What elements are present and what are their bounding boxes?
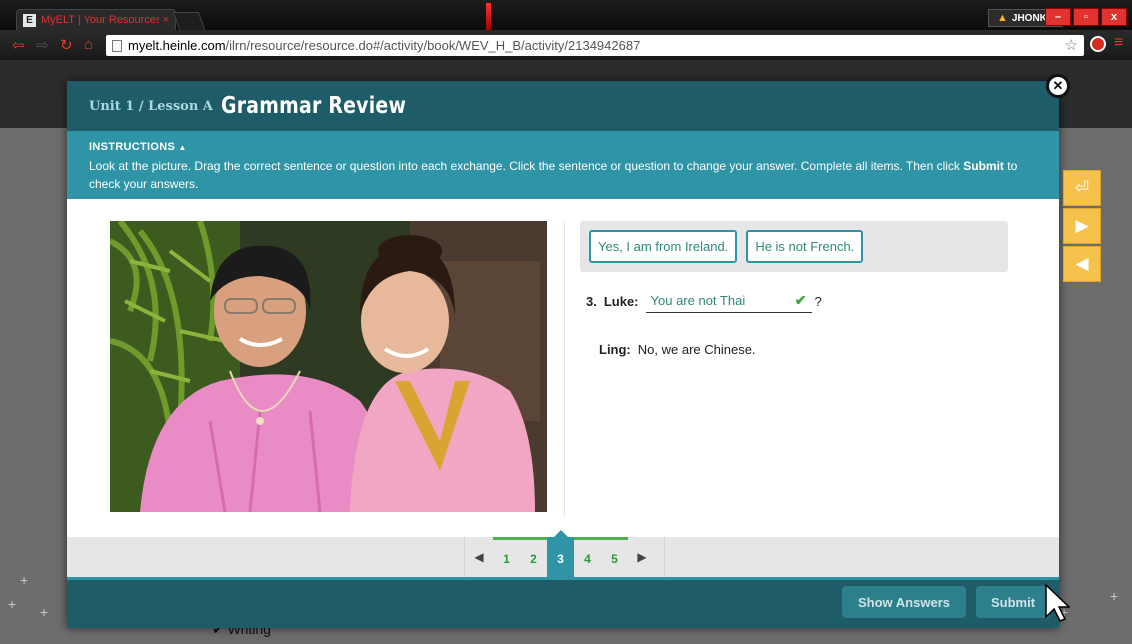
background-streak [486, 3, 491, 31]
menu-icon[interactable]: ≡ [1114, 34, 1123, 52]
lesson-label: Unit 1 / Lesson A [89, 98, 213, 114]
url-path: /ilrn/resource/resource.do#/activity/boo… [225, 38, 641, 53]
page-icon [112, 39, 122, 52]
instructions-toggle[interactable]: INSTRUCTIONS ▲ [89, 138, 1037, 157]
answer-chip[interactable]: Yes, I am from Ireland. [589, 230, 738, 263]
page-button-1[interactable]: 1 [493, 537, 520, 577]
question-mark: ? [814, 293, 822, 309]
answer-drop-zone[interactable]: You are not Thai ✔ [645, 289, 812, 313]
page-button-5[interactable]: 5 [601, 537, 628, 577]
item-number: 3. [586, 293, 597, 309]
speaker-name: Luke: [603, 293, 639, 309]
tab-title: MyELT | Your Resources [41, 14, 159, 26]
prev-page-icon[interactable]: ◀ [465, 550, 493, 564]
modal-footer: Show Answers Submit [67, 580, 1059, 628]
browser-tab[interactable]: E MyELT | Your Resources × [16, 9, 176, 30]
close-window-button[interactable]: x [1101, 8, 1127, 26]
reload-icon[interactable]: ↻ [60, 36, 73, 54]
forward-arrow-icon[interactable]: ⇨ [36, 36, 49, 54]
instructions-text: Look at the picture. Drag the correct se… [89, 159, 1018, 191]
activity-content: Yes, I am from Ireland. He is not French… [67, 199, 1059, 537]
side-toolbar: ⏎ ▶ ◀ [1063, 170, 1101, 284]
checkmark-icon: ✔ [794, 292, 807, 308]
page-button-3[interactable]: 3 [547, 530, 574, 577]
browser-title-bar: E MyELT | Your Resources × ▲ JHONKA – ▫ … [0, 0, 1132, 31]
exchange-line-2: Ling: No, we are Chinese. [599, 342, 756, 357]
sparkle-icon: + [40, 604, 49, 620]
warning-icon: ▲ [997, 12, 1008, 24]
restore-button[interactable]: ▫ [1073, 8, 1099, 26]
tab-close-icon[interactable]: × [163, 14, 169, 26]
pagination: ◀ 1 2 3 4 5 ▶ [464, 530, 665, 577]
instructions-panel: INSTRUCTIONS ▲ Look at the picture. Drag… [67, 131, 1059, 199]
new-tab-button[interactable] [172, 12, 206, 30]
activity-photo [110, 221, 547, 512]
submit-button[interactable]: Submit [976, 586, 1050, 618]
play-back-icon[interactable]: ◀ [1063, 246, 1101, 282]
placed-answer[interactable]: You are not Thai [651, 293, 746, 308]
column-divider [564, 221, 565, 516]
return-icon[interactable]: ⏎ [1063, 170, 1101, 206]
sparkle-icon: + [20, 572, 29, 588]
grammar-review-modal: Unit 1 / Lesson A Grammar Review INSTRUC… [67, 81, 1059, 628]
page-button-2[interactable]: 2 [520, 537, 547, 577]
caret-up-icon: ▲ [178, 143, 187, 152]
url-field[interactable]: myelt.heinle.com /ilrn/resource/resource… [106, 35, 1084, 56]
close-modal-icon[interactable]: ✕ [1046, 74, 1070, 98]
back-arrow-icon[interactable]: ⇦ [12, 36, 25, 54]
play-forward-icon[interactable]: ▶ [1063, 208, 1101, 244]
sparkle-icon: + [8, 596, 17, 612]
mouse-cursor-icon [1045, 583, 1070, 622]
site-favicon-icon: E [23, 13, 36, 27]
sparkle-icon: + [1110, 588, 1119, 604]
extension-icon[interactable] [1090, 36, 1106, 52]
page-button-4[interactable]: 4 [574, 537, 601, 577]
url-host: myelt.heinle.com [128, 38, 226, 53]
modal-title: Grammar Review [220, 93, 407, 119]
pagination-bar: ◀ 1 2 3 4 5 ▶ [67, 530, 1059, 577]
home-icon[interactable]: ⌂ [84, 36, 93, 53]
exchange-line-1: 3. Luke: You are not Thai ✔ ? [586, 289, 822, 313]
reply-text: No, we are Chinese. [637, 342, 756, 357]
window-controls: – ▫ x [1045, 8, 1127, 26]
answer-bank: Yes, I am from Ireland. He is not French… [580, 221, 1008, 272]
show-answers-button[interactable]: Show Answers [842, 586, 966, 618]
minimize-button[interactable]: – [1045, 8, 1071, 26]
answer-chip[interactable]: He is not French. [746, 230, 864, 263]
address-bar-row: ⇦ ⇨ ↻ ⌂ myelt.heinle.com /ilrn/resource/… [0, 30, 1132, 60]
bookmark-star-icon[interactable]: ☆ [1065, 36, 1078, 54]
next-page-icon[interactable]: ▶ [628, 550, 656, 564]
modal-header: Unit 1 / Lesson A Grammar Review [67, 81, 1059, 131]
speaker-name: Ling: [599, 342, 631, 357]
